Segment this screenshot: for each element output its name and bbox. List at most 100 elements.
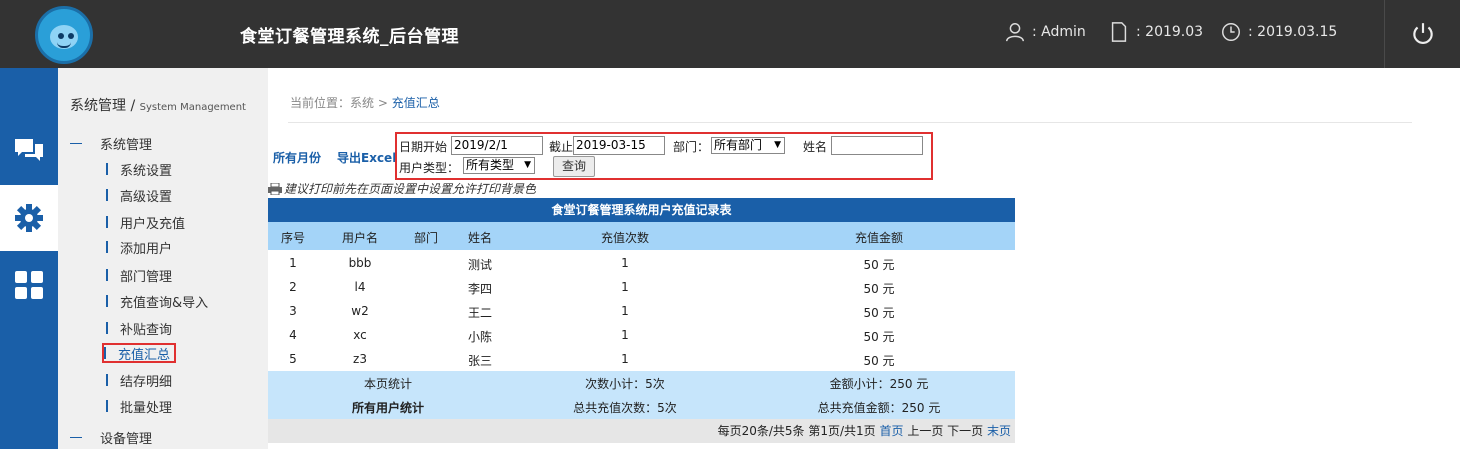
grid-icon bbox=[15, 271, 43, 299]
sidebar-item-label: 批量处理 bbox=[120, 400, 173, 416]
icon-rail bbox=[0, 68, 58, 449]
rail-settings[interactable] bbox=[0, 185, 58, 251]
sidebar-item-add-user[interactable]: 添加用户 bbox=[106, 237, 172, 257]
cell-username: l4 bbox=[354, 280, 366, 294]
sidebar-group-system[interactable]: 系统管理 bbox=[70, 134, 152, 153]
current-user: : Admin bbox=[1004, 20, 1086, 44]
logout-button[interactable] bbox=[1384, 0, 1460, 68]
cell-username: bbb bbox=[348, 256, 372, 270]
pager-info: 每页20条/共5条 第1页/共1页 bbox=[717, 424, 880, 438]
col-count: 充值次数 bbox=[600, 231, 649, 245]
user-type-value: 所有类型 bbox=[466, 158, 515, 172]
print-tip: 建议打印前先在页面设置中设置允许打印背景色 bbox=[268, 180, 536, 197]
dropdown-arrow-icon: ▼ bbox=[774, 140, 781, 150]
cell-name: 张三 bbox=[467, 354, 492, 368]
summary-section: 本页统计 次数小计：5次 金额小计：250 元 所有用户统计 总共充值次数：5次… bbox=[268, 371, 1015, 419]
date-end-input[interactable]: 2019-03-15 bbox=[573, 136, 665, 155]
power-icon bbox=[1412, 23, 1433, 45]
col-seq: 序号 bbox=[280, 231, 305, 245]
cell-username: z3 bbox=[353, 352, 367, 366]
table-row: 5 z3 张三 1 50 元 bbox=[268, 347, 1015, 371]
table-row: 3 w2 王二 1 50 元 bbox=[268, 299, 1015, 323]
query-button[interactable]: 查询 bbox=[553, 156, 595, 177]
sidebar-item-label: 用户及充值 bbox=[120, 216, 186, 232]
sidebar-item-departments[interactable]: 部门管理 bbox=[106, 265, 172, 285]
sidebar-item-batch[interactable]: 批量处理 bbox=[106, 396, 172, 416]
sidebar-item-recharge-summary[interactable]: 充值汇总 bbox=[102, 343, 177, 363]
print-tip-text: 建议打印前先在页面设置中设置允许打印背景色 bbox=[284, 182, 537, 196]
name-label: 姓名 bbox=[803, 140, 828, 154]
cell-seq: 3 bbox=[289, 304, 297, 318]
user-icon bbox=[1006, 23, 1024, 42]
cell-username: w2 bbox=[351, 304, 369, 318]
cell-name: 王二 bbox=[467, 306, 492, 320]
table-row: 2 l4 李四 1 50 元 bbox=[268, 275, 1015, 299]
prev-page-link[interactable]: 上一页 bbox=[904, 424, 948, 438]
sidebar-item-label: 添加用户 bbox=[120, 241, 173, 257]
cell-count: 1 bbox=[621, 304, 629, 318]
page-count-subtotal: 次数小计：5次 bbox=[585, 377, 665, 391]
cell-amount: 50 元 bbox=[863, 306, 895, 320]
sidebar-item-system-settings[interactable]: 系统设置 bbox=[106, 159, 172, 179]
breadcrumb: 当前位置：系统 > 充值汇总 bbox=[290, 94, 440, 111]
chat-icon bbox=[15, 139, 43, 161]
cell-name: 小陈 bbox=[467, 330, 492, 344]
col-username: 用户名 bbox=[341, 231, 378, 245]
sidebar-item-recharge-query[interactable]: 充值查询&导入 bbox=[106, 291, 208, 311]
cell-username: xc bbox=[353, 328, 367, 342]
cell-count: 1 bbox=[621, 352, 629, 366]
cell-count: 1 bbox=[621, 328, 629, 342]
cell-count: 1 bbox=[621, 256, 629, 270]
sidebar-item-subsidy-query[interactable]: 补贴查询 bbox=[106, 318, 172, 338]
month-value: : 2019.03 bbox=[1136, 24, 1204, 40]
table-row: 4 xc 小陈 1 50 元 bbox=[268, 323, 1015, 347]
table-title: 食堂订餐管理系统用户充值记录表 bbox=[268, 198, 1015, 222]
col-department: 部门 bbox=[413, 231, 438, 245]
page-amount-subtotal: 金额小计：250 元 bbox=[829, 377, 929, 391]
sidebar-item-label: 结存明细 bbox=[120, 374, 173, 390]
cell-amount: 50 元 bbox=[863, 354, 895, 368]
sidebar-title-cn: 系统管理 / bbox=[70, 98, 136, 114]
app-logo bbox=[35, 6, 93, 64]
sidebar-item-label: 充值查询&导入 bbox=[120, 295, 209, 311]
current-month: : 2019.03 bbox=[1108, 20, 1203, 44]
rail-apps[interactable] bbox=[0, 252, 58, 318]
sidebar-item-label: 系统设置 bbox=[120, 163, 173, 179]
breadcrumb-current[interactable]: 充值汇总 bbox=[392, 96, 440, 110]
cell-name: 测试 bbox=[467, 258, 492, 272]
sidebar-group-devices[interactable]: 设备管理 bbox=[70, 428, 152, 447]
first-page-link[interactable]: 首页 bbox=[880, 424, 904, 438]
export-excel-link[interactable]: 导出Excel bbox=[337, 149, 396, 166]
date-start-input[interactable]: 2019/2/1 bbox=[451, 136, 543, 155]
date-end-label: 截止 bbox=[549, 140, 574, 154]
cell-seq: 1 bbox=[289, 256, 297, 270]
sidebar-group-label: 系统管理 bbox=[100, 138, 153, 153]
col-name: 姓名 bbox=[467, 231, 492, 245]
department-select[interactable]: 所有部门 ▼ bbox=[711, 137, 785, 154]
cell-amount: 50 元 bbox=[863, 282, 895, 296]
cell-count: 1 bbox=[621, 280, 629, 294]
dropdown-arrow-icon: ▼ bbox=[524, 160, 531, 170]
app-title: 食堂订餐管理系统_后台管理 bbox=[240, 27, 459, 47]
all-months-link[interactable]: 所有月份 bbox=[273, 149, 321, 166]
user-type-select[interactable]: 所有类型 ▼ bbox=[463, 157, 535, 174]
name-input[interactable] bbox=[831, 136, 923, 155]
table-row: 1 bbb 测试 1 50 元 bbox=[268, 251, 1015, 275]
sidebar-item-users-recharge[interactable]: 用户及充值 bbox=[106, 212, 185, 232]
sidebar-item-balance-detail[interactable]: 结存明细 bbox=[106, 370, 172, 390]
sidebar-item-advanced-settings[interactable]: 高级设置 bbox=[106, 185, 172, 205]
rail-messages[interactable] bbox=[0, 118, 58, 184]
gear-icon bbox=[15, 204, 43, 232]
last-page-link[interactable]: 末页 bbox=[987, 424, 1011, 438]
pagination: 每页20条/共5条 第1页/共1页 首页 上一页 下一页 末页 bbox=[268, 419, 1015, 443]
document-icon bbox=[1111, 22, 1127, 42]
cell-name: 李四 bbox=[467, 282, 492, 296]
current-date: : 2019.03.15 bbox=[1220, 20, 1337, 44]
cell-amount: 50 元 bbox=[863, 258, 895, 272]
next-page-link[interactable]: 下一页 bbox=[947, 424, 987, 438]
table-header: 序号 用户名 部门 姓名 充值次数 充值金额 bbox=[268, 222, 1015, 250]
all-count-total: 总共充值次数：5次 bbox=[573, 401, 677, 415]
cell-seq: 2 bbox=[289, 280, 297, 294]
user-name: : Admin bbox=[1032, 24, 1086, 40]
cell-seq: 4 bbox=[289, 328, 297, 342]
